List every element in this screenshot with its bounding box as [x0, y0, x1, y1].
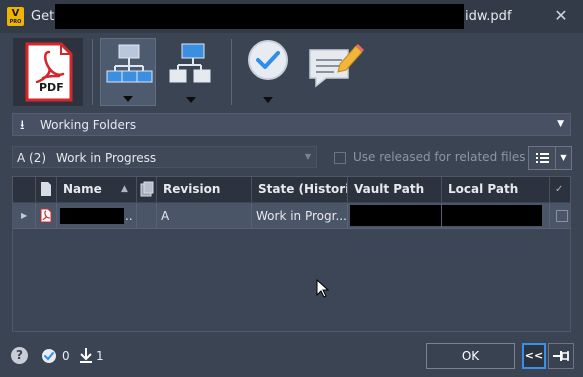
mouse-cursor-icon — [316, 279, 330, 298]
comment-pencil-icon — [309, 44, 364, 88]
expand-row-icon[interactable]: ▶ — [13, 203, 36, 229]
row-checkbox[interactable] — [556, 210, 568, 222]
chevron-down-icon: ▼ — [557, 119, 564, 129]
table-row[interactable]: ▶ .. A Work in Progr... — [13, 203, 570, 229]
revision-key: A (2) — [17, 151, 47, 165]
structure-view-alt-button[interactable] — [165, 38, 217, 106]
file-grid: Name ▲ Revision State (Histori... Vault … — [12, 176, 571, 332]
download-icon: ⭳ — [20, 118, 25, 133]
toolbar-separator — [231, 39, 232, 105]
help-icon[interactable]: ? — [11, 347, 28, 364]
pdf-small-icon — [40, 208, 52, 223]
state-cell: Work in Progr... — [252, 203, 348, 229]
chevron-down-icon: ▼ — [304, 152, 311, 161]
pdf-label: PDF — [39, 81, 64, 94]
filter-row: A (2) Work in Progress ▼ Use released fo… — [12, 146, 572, 170]
document-icon — [41, 182, 51, 196]
collapse-button[interactable]: << — [522, 343, 546, 369]
toolbar: PDF — [0, 33, 583, 111]
checked-status-icon — [42, 349, 56, 363]
use-released-label: Use released for related files — [353, 150, 526, 164]
chevron-down-icon — [186, 97, 196, 103]
close-button[interactable]: ✕ — [549, 5, 573, 27]
pin-button[interactable] — [548, 343, 574, 369]
file-name-suffix: .. — [125, 209, 133, 223]
comment-button[interactable] — [306, 38, 364, 106]
pdf-button[interactable]: PDF — [13, 38, 83, 106]
window-title-prefix: Get — [31, 9, 55, 24]
structure-view-button[interactable] — [100, 38, 156, 106]
ok-button[interactable]: OK — [426, 343, 515, 369]
tree-view-icon — [169, 43, 211, 83]
check-column-header[interactable]: ✓ — [550, 177, 570, 202]
toolbar-separator — [92, 39, 93, 105]
chevron-down-icon — [263, 97, 273, 103]
vault-path-cell — [348, 203, 442, 229]
redacted-local-path — [442, 205, 542, 226]
window-title-suffix: idw.pdf — [465, 9, 512, 24]
working-folders-label: Working Folders — [40, 118, 137, 132]
grid-header: Name ▲ Revision State (Histori... Vault … — [13, 177, 570, 202]
column-header-name[interactable]: Name ▲ — [57, 177, 137, 202]
sort-ascending-icon: ▲ — [121, 184, 128, 194]
redacted-title — [55, 4, 464, 29]
working-folders-dropdown[interactable]: ⭳ Working Folders ▼ — [12, 113, 571, 136]
checkmark-circle-icon — [248, 40, 288, 80]
view-options-dropdown[interactable]: ▼ — [556, 146, 572, 170]
file-type-column-header[interactable] — [36, 177, 57, 202]
check-status-button[interactable] — [243, 38, 293, 106]
local-path-cell — [442, 203, 550, 229]
redacted-vault-path — [350, 205, 441, 226]
column-header-vault-path[interactable]: Vault Path — [348, 177, 442, 202]
revision-combo[interactable]: A (2) Work in Progress ▼ — [12, 146, 317, 168]
list-icon — [536, 153, 549, 163]
column-header-revision[interactable]: Revision — [157, 177, 252, 202]
checked-count: 0 — [62, 349, 70, 363]
vault-status-icon — [140, 181, 154, 197]
vault-status-column-header[interactable] — [137, 177, 157, 202]
use-released-checkbox[interactable] — [334, 152, 346, 164]
revision-cell: A — [157, 203, 252, 229]
column-header-name-label: Name — [63, 182, 102, 196]
column-header-state[interactable]: State (Histori... — [252, 177, 348, 202]
pdf-icon — [25, 42, 73, 102]
row-checkbox-cell — [550, 203, 570, 229]
vault-app-icon: V PRO — [7, 7, 24, 26]
chevron-down-icon — [123, 96, 133, 102]
download-count: 1 — [96, 349, 104, 363]
download-count-icon — [80, 348, 92, 363]
revision-value: Work in Progress — [56, 151, 157, 165]
redacted-file-name — [60, 208, 124, 224]
hierarchy-icon — [106, 44, 153, 83]
pin-icon — [553, 351, 569, 361]
pdf-file-icon — [36, 203, 57, 229]
expand-column-header — [13, 177, 36, 202]
title-bar: V PRO Get idw.pdf ✕ — [0, 0, 583, 33]
column-header-local-path[interactable]: Local Path — [442, 177, 550, 202]
vault-status-cell — [137, 203, 157, 229]
list-view-button[interactable] — [528, 146, 556, 170]
file-name-cell: .. — [57, 203, 137, 229]
